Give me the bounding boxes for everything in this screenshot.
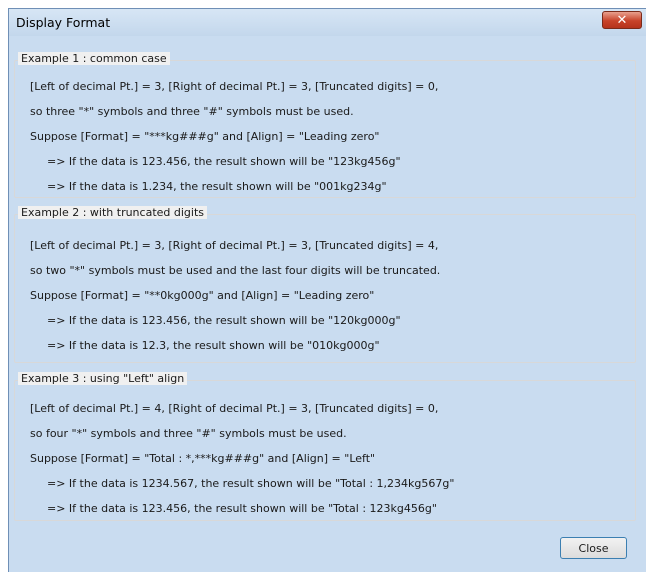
close-button[interactable]: Close <box>560 537 627 559</box>
example-group-3: Example 3 : using "Left" align [Left of … <box>14 372 636 521</box>
example-text: Suppose [Format] = "***kg###g" and [Alig… <box>30 130 380 143</box>
example-result: => If the data is 1.234, the result show… <box>47 180 387 193</box>
close-icon[interactable]: ✕ <box>602 11 642 29</box>
example-result: => If the data is 12.3, the result shown… <box>47 339 380 352</box>
example-text: Suppose [Format] = "Total : *,***kg###g"… <box>30 452 376 465</box>
title-bar[interactable]: Display Format ✕ <box>9 9 646 36</box>
group-title: Example 2 : with truncated digits <box>18 206 207 219</box>
example-group-1: Example 1 : common case [Left of decimal… <box>14 52 636 198</box>
example-text: [Left of decimal Pt.] = 3, [Right of dec… <box>30 80 439 93</box>
window-title: Display Format <box>16 15 111 30</box>
example-text: Suppose [Format] = "**0kg000g" and [Alig… <box>30 289 375 302</box>
group-title: Example 3 : using "Left" align <box>18 372 188 385</box>
example-group-2: Example 2 : with truncated digits [Left … <box>14 206 636 363</box>
example-result: => If the data is 123.456, the result sh… <box>47 155 401 168</box>
example-result: => If the data is 123.456, the result sh… <box>47 314 401 327</box>
example-text: so two "*" symbols must be used and the … <box>30 264 441 277</box>
example-result: => If the data is 1234.567, the result s… <box>47 477 455 490</box>
example-text: [Left of decimal Pt.] = 4, [Right of dec… <box>30 402 439 415</box>
example-text: [Left of decimal Pt.] = 3, [Right of dec… <box>30 239 439 252</box>
example-text: so four "*" symbols and three "#" symbol… <box>30 427 347 440</box>
group-title: Example 1 : common case <box>18 52 170 65</box>
example-result: => If the data is 123.456, the result sh… <box>47 502 437 515</box>
example-text: so three "*" symbols and three "#" symbo… <box>30 105 354 118</box>
